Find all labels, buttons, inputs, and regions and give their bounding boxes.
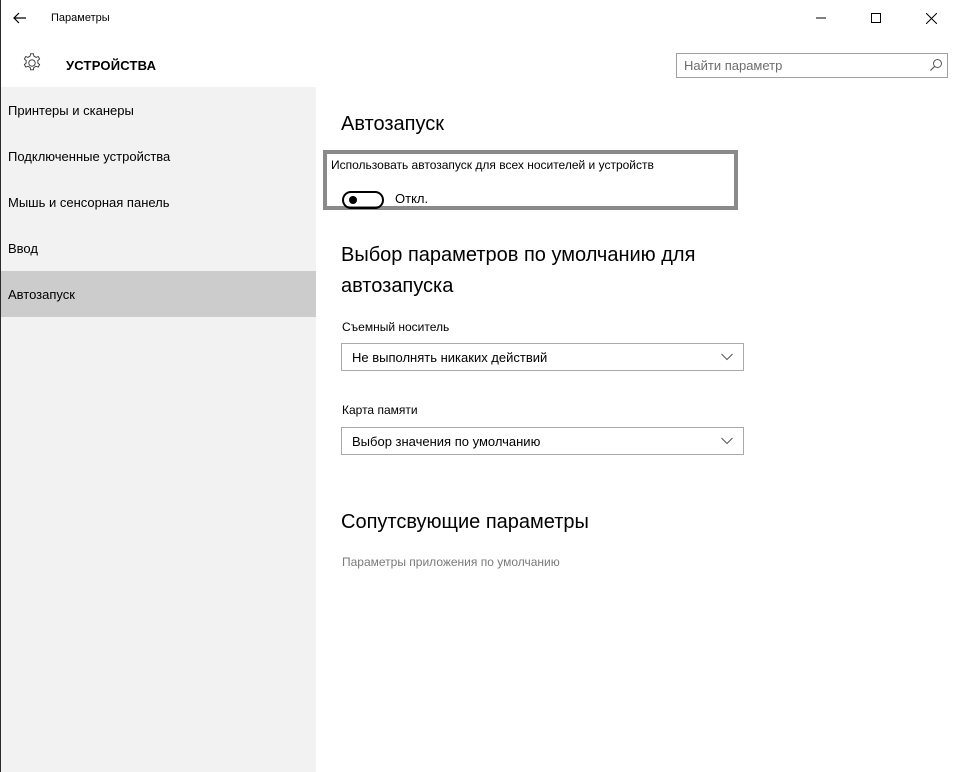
- close-button[interactable]: [911, 4, 951, 32]
- gear-icon: [23, 53, 41, 71]
- sidebar-item-connected-devices[interactable]: Подключенные устройства: [1, 133, 316, 179]
- sidebar-item-label: Принтеры и сканеры: [8, 102, 134, 118]
- removable-drive-select[interactable]: Не выполнять никаких действий: [341, 343, 744, 371]
- minimize-button[interactable]: [801, 4, 841, 32]
- select-value: Не выполнять никаких действий: [352, 350, 548, 365]
- memory-card-select[interactable]: Выбор значения по умолчанию: [341, 427, 744, 455]
- search-box[interactable]: [676, 53, 948, 78]
- related-settings-heading: Сопутсвующие параметры: [341, 511, 589, 533]
- defaults-heading-line1: Выбор параметров по умолчанию для: [341, 244, 696, 266]
- sidebar-item-label: Подключенные устройства: [8, 148, 171, 164]
- minimize-icon: [816, 17, 826, 19]
- sidebar-item-autoplay[interactable]: Автозапуск: [1, 271, 316, 317]
- back-button[interactable]: [5, 6, 35, 30]
- autorun-toggle[interactable]: [342, 191, 384, 209]
- sidebar-item-typing[interactable]: Ввод: [1, 225, 316, 271]
- window-title: Параметры: [51, 12, 110, 24]
- default-apps-link[interactable]: Параметры приложения по умолчанию: [342, 555, 560, 569]
- title-bar: Параметры: [1, 0, 955, 36]
- search-icon[interactable]: [929, 58, 943, 72]
- settings-window: Параметры УСТРОЙСТВА Найти параметр Прин…: [0, 0, 955, 772]
- sidebar-item-printers[interactable]: Принтеры и сканеры: [1, 87, 316, 133]
- sidebar-item-mouse-touchpad[interactable]: Мышь и сенсорная панель: [1, 179, 316, 225]
- toggle-knob: [349, 196, 357, 204]
- maximize-button[interactable]: [856, 4, 896, 32]
- autorun-description: Использовать автозапуск для всех носител…: [331, 158, 654, 172]
- sidebar-item-label: Автозапуск: [8, 286, 75, 302]
- page-title: УСТРОЙСТВА: [66, 58, 157, 73]
- sidebar-item-label: Ввод: [8, 240, 38, 256]
- arrow-left-icon: [13, 12, 26, 24]
- removable-drive-label: Съемный носитель: [342, 320, 450, 334]
- sidebar: Принтеры и сканеры Подключенные устройст…: [1, 87, 316, 772]
- sidebar-item-label: Мышь и сенсорная панель: [8, 194, 170, 210]
- memory-card-label: Карта памяти: [342, 403, 418, 417]
- maximize-icon: [871, 13, 881, 23]
- search-input[interactable]: [677, 54, 917, 77]
- page-header: УСТРОЙСТВА: [1, 44, 955, 84]
- defaults-heading-line2: автозапуска: [341, 275, 454, 297]
- chevron-down-icon: [721, 353, 733, 361]
- autorun-heading: Автозапуск: [341, 113, 445, 135]
- close-icon: [925, 12, 937, 24]
- chevron-down-icon: [721, 437, 733, 445]
- main-content: Автозапуск Использовать автозапуск для в…: [316, 87, 955, 772]
- toggle-state-label: Откл.: [395, 191, 429, 206]
- select-value: Выбор значения по умолчанию: [352, 434, 541, 449]
